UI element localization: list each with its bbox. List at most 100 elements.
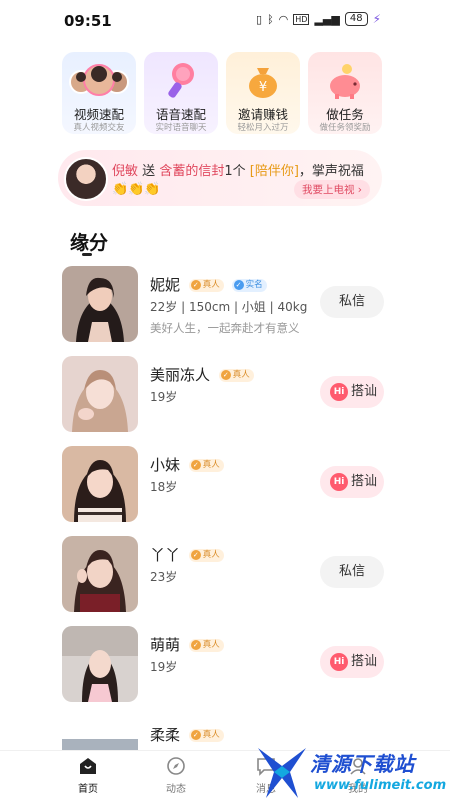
list-item[interactable]: 妮妮 ✓ 真人 ✓ 实名 22岁 | 150cm | 小姐 | 40kg 美好人生，… (62, 266, 392, 356)
verified-icon: ✓ (190, 550, 201, 560)
real-person-badge: ✓ 真人 (188, 639, 224, 652)
greet-label: 搭讪 (351, 384, 378, 399)
piggy-bank-icon (330, 64, 360, 99)
person-name-text: 美丽冻人 (150, 366, 211, 384)
person-name: 美丽冻人 ✓ 真人 (150, 364, 254, 385)
tab-feed[interactable]: 动态 (146, 755, 206, 795)
svg-text:¥: ¥ (259, 80, 267, 95)
real-person-badge: ✓ 真人 (188, 279, 224, 292)
money-bag-icon: ¥ (249, 68, 277, 98)
person-name-text: 妮妮 (150, 276, 181, 294)
person-info: 19岁 (150, 660, 178, 674)
quick-card-subtitle: 轻松月入过万 (237, 123, 289, 133)
verified-icon: ✓ (190, 640, 201, 650)
avatars-icon (69, 64, 129, 96)
verified-icon: ✓ (190, 460, 201, 470)
watermark-url: www.fulimeit.com (314, 778, 447, 793)
section-title: 缘分 (70, 232, 109, 254)
real-person-badge: ✓ 真人 (188, 459, 224, 472)
quick-card-subtitle: 真人视频交友 (73, 123, 125, 133)
badge-label: 真人 (202, 550, 220, 560)
charging-icon: ⚡ (372, 12, 382, 26)
battery-icon: 48 (344, 12, 368, 26)
hi-icon: Hi (330, 653, 348, 671)
hd-icon: HD (293, 13, 310, 25)
go-on-tv-button[interactable]: 我要上电视 › (293, 180, 370, 199)
badge-label: 真人 (202, 280, 220, 290)
signal-icon: ▂▄▆ (314, 12, 340, 26)
person-name: 柔柔 ✓ 真人 (150, 724, 224, 745)
home-icon (80, 758, 96, 774)
person-name-text: 小妹 (150, 456, 181, 474)
compass-icon (167, 757, 185, 775)
tab-label: 首页 (78, 784, 98, 795)
section-underline (82, 253, 92, 256)
badge-label: 真人 (232, 370, 250, 380)
list-item[interactable]: 丫丫 ✓ 真人 23岁 私信 (62, 536, 392, 626)
status-bar: 09:51 ▯ ᛒ ◠ HD ▂▄▆ 48 ⚡ (0, 0, 450, 40)
gift-broadcast-banner[interactable]: 倪敏 送 含蓄的信封1个 [陪伴你]，掌声祝福 👏👏👏 我要上电视 › (58, 150, 382, 206)
broadcast-suffix: ，掌声祝福 (298, 164, 364, 179)
avatar[interactable] (62, 626, 138, 702)
watermark: 清源下载站 www.fulimeit.com (250, 742, 450, 800)
list-item[interactable]: 美丽冻人 ✓ 真人 19岁 Hi 搭讪 (62, 356, 392, 446)
person-name-text: 萌萌 (150, 636, 181, 654)
person-motto: 美好人生，一起奔赴才有意义 (150, 321, 300, 335)
greet-button[interactable]: Hi 搭讪 (320, 376, 384, 408)
avatar[interactable] (64, 157, 108, 201)
list-item[interactable]: 小妹 ✓ 真人 18岁 Hi 搭讪 (62, 446, 392, 536)
message-button[interactable]: 私信 (320, 286, 384, 318)
verified-icon: ✓ (190, 730, 201, 740)
status-time: 09:51 (64, 12, 112, 30)
quick-card-invite-earn[interactable]: ¥ 邀请赚钱 轻松月入过万 (226, 52, 300, 134)
badge-label: 真人 (202, 640, 220, 650)
real-person-badge: ✓ 真人 (218, 369, 254, 382)
person-name: 妮妮 ✓ 真人 ✓ 实名 (150, 274, 267, 295)
quick-card-subtitle: 实时语音聊天 (155, 123, 207, 133)
verified-icon: ✓ (220, 370, 231, 380)
wifi-icon: ◠ (278, 12, 289, 26)
quick-card-tasks[interactable]: 做任务 做任务领奖励 (308, 52, 382, 134)
tab-label: 动态 (166, 784, 186, 795)
avatar[interactable] (62, 446, 138, 522)
tab-home[interactable]: 首页 (58, 755, 118, 795)
greet-label: 搭讪 (351, 474, 378, 489)
person-name: 丫丫 ✓ 真人 (150, 544, 224, 565)
status-icons: ▯ ᛒ ◠ HD ▂▄▆ 48 ⚡ (256, 12, 381, 26)
person-info: 19岁 (150, 390, 178, 404)
hi-icon: Hi (330, 473, 348, 491)
person-name-text: 柔柔 (150, 726, 181, 744)
person-info: 18岁 (150, 480, 178, 494)
person-name: 小妹 ✓ 真人 (150, 454, 224, 475)
avatar[interactable] (62, 266, 138, 342)
broadcast-receiver: 含蓄的信封 (159, 164, 225, 179)
message-button[interactable]: 私信 (320, 556, 384, 588)
greet-button[interactable]: Hi 搭讪 (320, 466, 384, 498)
person-info: 22岁 | 150cm | 小姐 | 40kg (150, 300, 308, 314)
quick-actions: 视频速配 真人视频交友 语音速配 实时语音聊天 ¥ 邀请赚钱 轻松月入过万 做任… (62, 52, 382, 134)
hi-icon: Hi (330, 383, 348, 401)
watermark-logo-icon (258, 748, 306, 798)
greet-button[interactable]: Hi 搭讪 (320, 646, 384, 678)
clap-icons: 👏👏👏 (112, 182, 161, 197)
person-name: 萌萌 ✓ 真人 (150, 634, 224, 655)
list-item[interactable]: 萌萌 ✓ 真人 19岁 Hi 搭讪 (62, 626, 392, 716)
broadcast-sender: 倪敏 (112, 164, 139, 179)
verified-icon: ✓ (190, 280, 201, 290)
avatar[interactable] (62, 536, 138, 612)
vibrate-icon: ▯ (256, 12, 263, 26)
quick-card-subtitle: 做任务领奖励 (319, 123, 371, 133)
watermark-text: 清源下载站 (310, 752, 415, 776)
badge-label: 真人 (202, 730, 220, 740)
people-list: 妮妮 ✓ 真人 ✓ 实名 22岁 | 150cm | 小姐 | 40kg 美好人生，… (62, 266, 392, 806)
quick-card-video-match[interactable]: 视频速配 真人视频交友 (62, 52, 136, 134)
quick-card-voice-match[interactable]: 语音速配 实时语音聊天 (144, 52, 218, 134)
avatar[interactable] (62, 356, 138, 432)
person-name-text: 丫丫 (150, 546, 181, 564)
badge-label: 实名 (245, 280, 263, 290)
microphone-icon (168, 63, 194, 98)
broadcast-message: 倪敏 送 含蓄的信封1个 [陪伴你]，掌声祝福 (112, 160, 364, 179)
id-icon: ✓ (233, 280, 244, 290)
greet-label: 搭讪 (351, 654, 378, 669)
broadcast-send-word: 送 (142, 164, 156, 179)
